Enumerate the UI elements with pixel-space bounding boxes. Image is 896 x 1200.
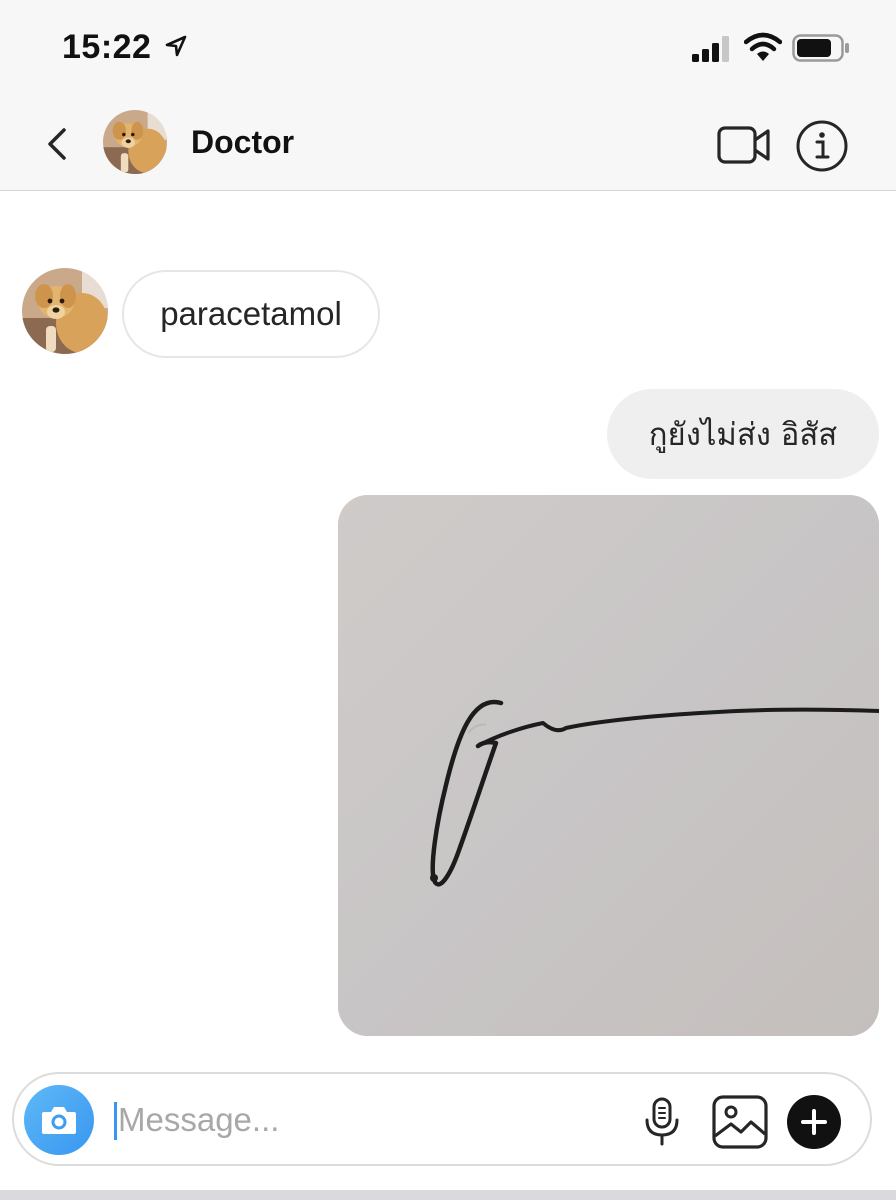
cellular-signal-icon: [692, 36, 729, 62]
status-time: 15:22: [62, 28, 152, 66]
camera-icon: [42, 1107, 76, 1134]
status-bar: 15:22: [0, 0, 896, 100]
camera-button[interactable]: [24, 1085, 94, 1155]
chat-header: Doctor: [0, 100, 896, 191]
video-camera-icon[interactable]: [716, 122, 772, 168]
outgoing-message-bubble[interactable]: กูยังไม่ส่ง อิสัส: [607, 389, 879, 479]
contact-name[interactable]: Doctor: [191, 124, 294, 161]
signature-photo: [338, 495, 879, 1036]
info-icon[interactable]: [795, 119, 849, 173]
location-arrow-icon: [165, 35, 187, 57]
home-indicator: [0, 1190, 896, 1200]
contact-avatar[interactable]: [103, 110, 167, 174]
message-text: paracetamol: [160, 295, 342, 332]
dog-photo-icon: [103, 110, 167, 174]
image-message[interactable]: [338, 495, 879, 1036]
message-text: กูยังไม่ส่ง อิสัส: [648, 417, 838, 453]
gallery-icon[interactable]: [711, 1094, 769, 1150]
chevron-left-icon[interactable]: [40, 122, 76, 166]
message-composer: [12, 1072, 872, 1166]
dog-photo-icon: [22, 268, 108, 354]
microphone-icon[interactable]: [642, 1096, 682, 1148]
message-input[interactable]: [118, 1094, 618, 1146]
sender-avatar[interactable]: [22, 268, 108, 354]
text-cursor: [114, 1102, 117, 1140]
plus-icon: [801, 1109, 827, 1135]
wifi-icon: [744, 32, 782, 61]
plus-button[interactable]: [787, 1095, 841, 1149]
battery-icon: [792, 34, 849, 62]
incoming-message-bubble[interactable]: paracetamol: [122, 270, 380, 358]
